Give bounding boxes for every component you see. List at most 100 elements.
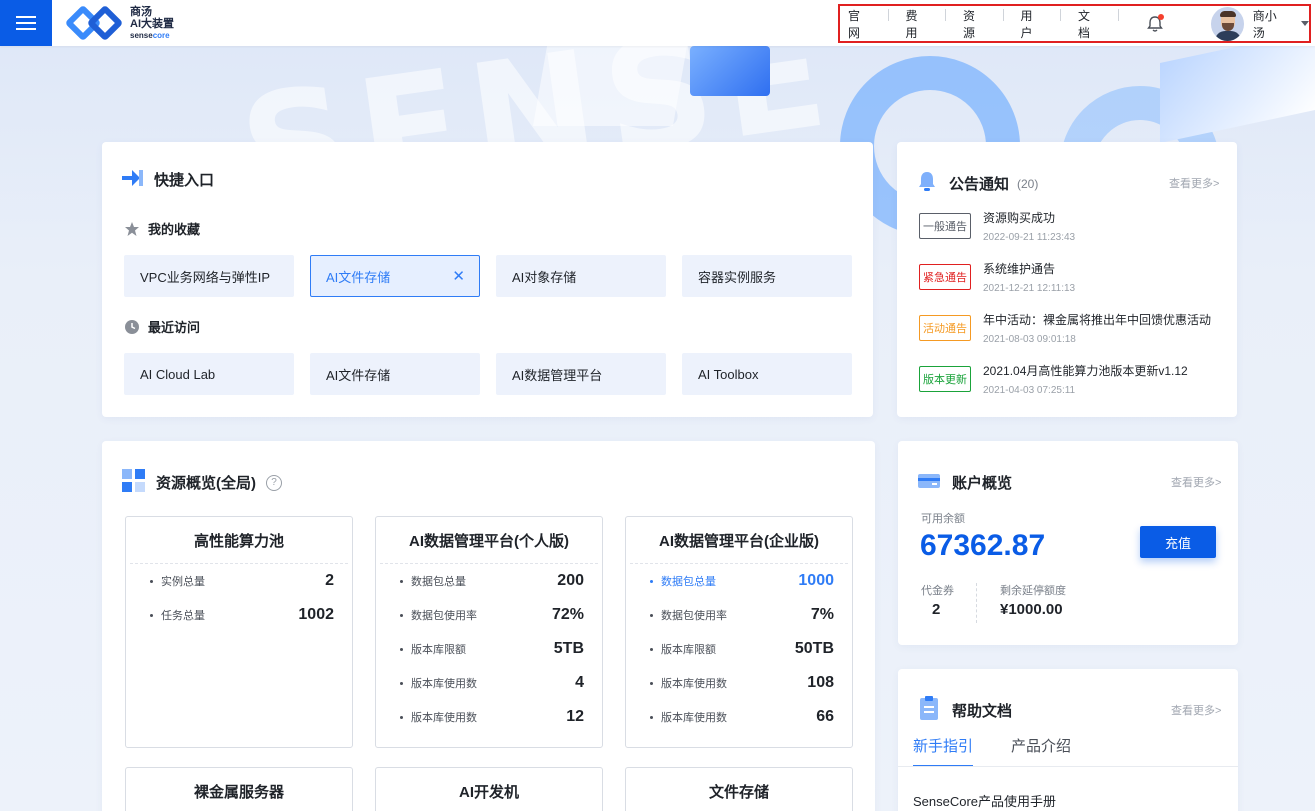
bell-icon[interactable] [1145, 13, 1165, 34]
resource-row: 版本库限额 50TB [626, 632, 852, 666]
resource-row: 版本库限额 5TB [376, 632, 602, 666]
tab-product-intro[interactable]: 产品介绍 [1011, 735, 1071, 767]
resource-box[interactable]: 文件存储 [625, 767, 853, 811]
resource-overview-card: 资源概览(全局) ? 高性能算力池 实例总量 2 任务总量 1002 AI数据管理平… [102, 441, 875, 811]
help-icon[interactable]: ? [266, 474, 282, 491]
notice-item-time: 2021-08-03 09:01:18 [983, 334, 1076, 345]
decor-slab [1160, 46, 1315, 144]
notice-item-title: 资源购买成功 [983, 211, 1056, 225]
notice-tag: 一般通告 [919, 213, 971, 239]
resource-row: 任务总量 1002 [126, 598, 352, 632]
nav-billing[interactable]: 费用 [889, 7, 947, 41]
resource-row: 数据包使用率 7% [626, 598, 852, 632]
top-bar: 商汤 AI大装置 sensecore 官网 费用 资源 用户 文档 商小汤 [0, 0, 1315, 46]
notice-item[interactable]: 版本更新 2021.04月高性能算力池版本更新v1.12 2021-04-03 0… [919, 362, 1188, 396]
resource-row: 版本库使用数 66 [626, 700, 852, 734]
help-tabs: 新手指引 产品介绍 [913, 735, 1071, 767]
resource-row: 数据包总量 1000 [626, 564, 852, 598]
notice-item-time: 2021-12-21 12:11:13 [983, 283, 1076, 294]
help-doc-link[interactable]: SenseCore产品使用手册 [913, 791, 1056, 810]
caret-down-icon[interactable] [1301, 21, 1309, 26]
credit-value: ¥1000.00 [1000, 601, 1063, 618]
recent-title: 最近访问 [124, 317, 200, 336]
recent-tile[interactable]: AI Toolbox [682, 353, 852, 395]
close-icon[interactable]: ✕ [452, 267, 465, 285]
favorite-tile[interactable]: 容器实例服务 [682, 255, 852, 297]
notice-tag: 版本更新 [919, 366, 971, 392]
notice-item-title: 年中活动：裸金属将推出年中回馈优惠活动 [983, 313, 1212, 327]
notice-card: 公告通知 (20) 查看更多> 一般通告 资源购买成功 2022-09-21 11:… [897, 142, 1237, 417]
recent-tile[interactable]: AI数据管理平台 [496, 353, 666, 395]
notice-count: (20) [1017, 176, 1039, 191]
resource-box-title: 文件存储 [708, 784, 769, 801]
menu-button[interactable] [0, 0, 52, 46]
voucher-value: 2 [932, 601, 941, 618]
favorite-tile[interactable]: VPC业务网络与弹性IP [124, 255, 294, 297]
resource-row: 数据包总量 200 [376, 564, 602, 598]
resource-box-title: AI开发机 [458, 784, 519, 801]
resource-box-title: AI数据管理平台(个人版) [409, 533, 569, 550]
favorite-tile[interactable]: AI文件存储 ✕ [310, 255, 480, 297]
notice-item-time: 2022-09-21 11:23:43 [983, 232, 1076, 243]
notification-dot [1157, 13, 1164, 20]
nav-docs[interactable]: 文档 [1061, 7, 1119, 41]
resource-row: 实例总量 2 [126, 564, 352, 598]
notice-more-link[interactable]: 查看更多> [1169, 175, 1219, 191]
resource-title: 资源概览(全局) ? [156, 472, 282, 493]
balance-label: 可用余额 [921, 513, 965, 525]
help-card: 帮助文档 查看更多> 新手指引 产品介绍 SenseCore产品使用手册 [898, 669, 1238, 811]
avatar[interactable] [1210, 6, 1244, 41]
favorite-tile[interactable]: AI对象存储 [496, 255, 666, 297]
quick-entry-title: 快捷入口 [154, 172, 215, 189]
notice-item[interactable]: 紧急通告 系统维护通告 2021-12-21 12:11:13 [919, 260, 1075, 294]
resource-row: 版本库使用数 108 [626, 666, 852, 700]
wallet-icon [918, 474, 940, 488]
nav-resources[interactable]: 资源 [946, 7, 1004, 41]
resource-box[interactable]: AI开发机 [375, 767, 603, 811]
logo-line3: sensecore [130, 30, 170, 40]
username[interactable]: 商小汤 [1253, 7, 1288, 41]
resource-row: 数据包使用率 72% [376, 598, 602, 632]
account-title: 账户概览 [952, 475, 1013, 492]
resource-row: 版本库使用数 12 [376, 700, 602, 734]
favorites-title: 我的收藏 [124, 219, 200, 238]
notice-item-title: 2021.04月高性能算力池版本更新v1.12 [983, 364, 1188, 378]
notice-item[interactable]: 一般通告 资源购买成功 2022-09-21 11:23:43 [919, 209, 1075, 243]
notice-item[interactable]: 活动通告 年中活动：裸金属将推出年中回馈优惠活动 2021-08-03 09:01… [919, 311, 1211, 345]
resource-box-title: 裸金属服务器 [193, 784, 284, 801]
favorites-list: VPC业务网络与弹性IP AI文件存储 ✕ AI对象存储 容器实例服务 [124, 255, 852, 297]
account-card: 账户概览 查看更多> 可用余额 67362.87 充值 代金券 2 剩余延停额度… [898, 441, 1238, 645]
tab-beginner-guide[interactable]: 新手指引 [913, 735, 974, 767]
notice-tag: 紧急通告 [919, 264, 971, 290]
help-title: 帮助文档 [952, 703, 1013, 720]
bell-icon [919, 172, 935, 191]
resource-box-title: AI数据管理平台(企业版) [659, 533, 819, 550]
recent-list: AI Cloud Lab AI文件存储 AI数据管理平台 AI Toolbox [124, 353, 852, 395]
decor-cube [690, 46, 770, 96]
resource-box[interactable]: AI数据管理平台(企业版) 数据包总量 1000 数据包使用率 7% 版本库限额 50… [625, 516, 853, 748]
resource-box[interactable]: AI数据管理平台(个人版) 数据包总量 200 数据包使用率 72% 版本库限额 5T… [375, 516, 603, 748]
help-more-link[interactable]: 查看更多> [1171, 702, 1221, 718]
notice-item-time: 2021-04-03 07:25:11 [983, 385, 1076, 396]
notice-item-title: 系统维护通告 [983, 262, 1056, 276]
logo-line1: 商汤 [130, 5, 152, 18]
recent-tile[interactable]: AI Cloud Lab [124, 353, 294, 395]
resource-box[interactable]: 高性能算力池 实例总量 2 任务总量 1002 [125, 516, 353, 748]
balance-value: 67362.87 [920, 529, 1046, 562]
resource-box[interactable]: 裸金属服务器 [125, 767, 353, 811]
logo-line2: AI大装置 [130, 17, 174, 30]
notice-title: 公告通知 (20) [949, 176, 1039, 193]
account-more-link[interactable]: 查看更多> [1171, 474, 1221, 490]
nav-official-site[interactable]: 官网 [840, 7, 889, 41]
shortcut-arrow-icon [122, 170, 143, 186]
star-icon [125, 221, 139, 236]
recent-tile[interactable]: AI文件存储 [310, 353, 480, 395]
nav-users[interactable]: 用户 [1004, 7, 1062, 41]
document-icon [920, 696, 938, 720]
resource-box-title: 高性能算力池 [193, 533, 284, 550]
logo[interactable]: 商汤 AI大装置 sensecore [64, 4, 174, 42]
voucher-label: 代金券 [921, 585, 954, 597]
notice-tag: 活动通告 [919, 315, 971, 341]
recharge-button[interactable]: 充值 [1140, 526, 1216, 558]
clock-icon [125, 319, 139, 334]
